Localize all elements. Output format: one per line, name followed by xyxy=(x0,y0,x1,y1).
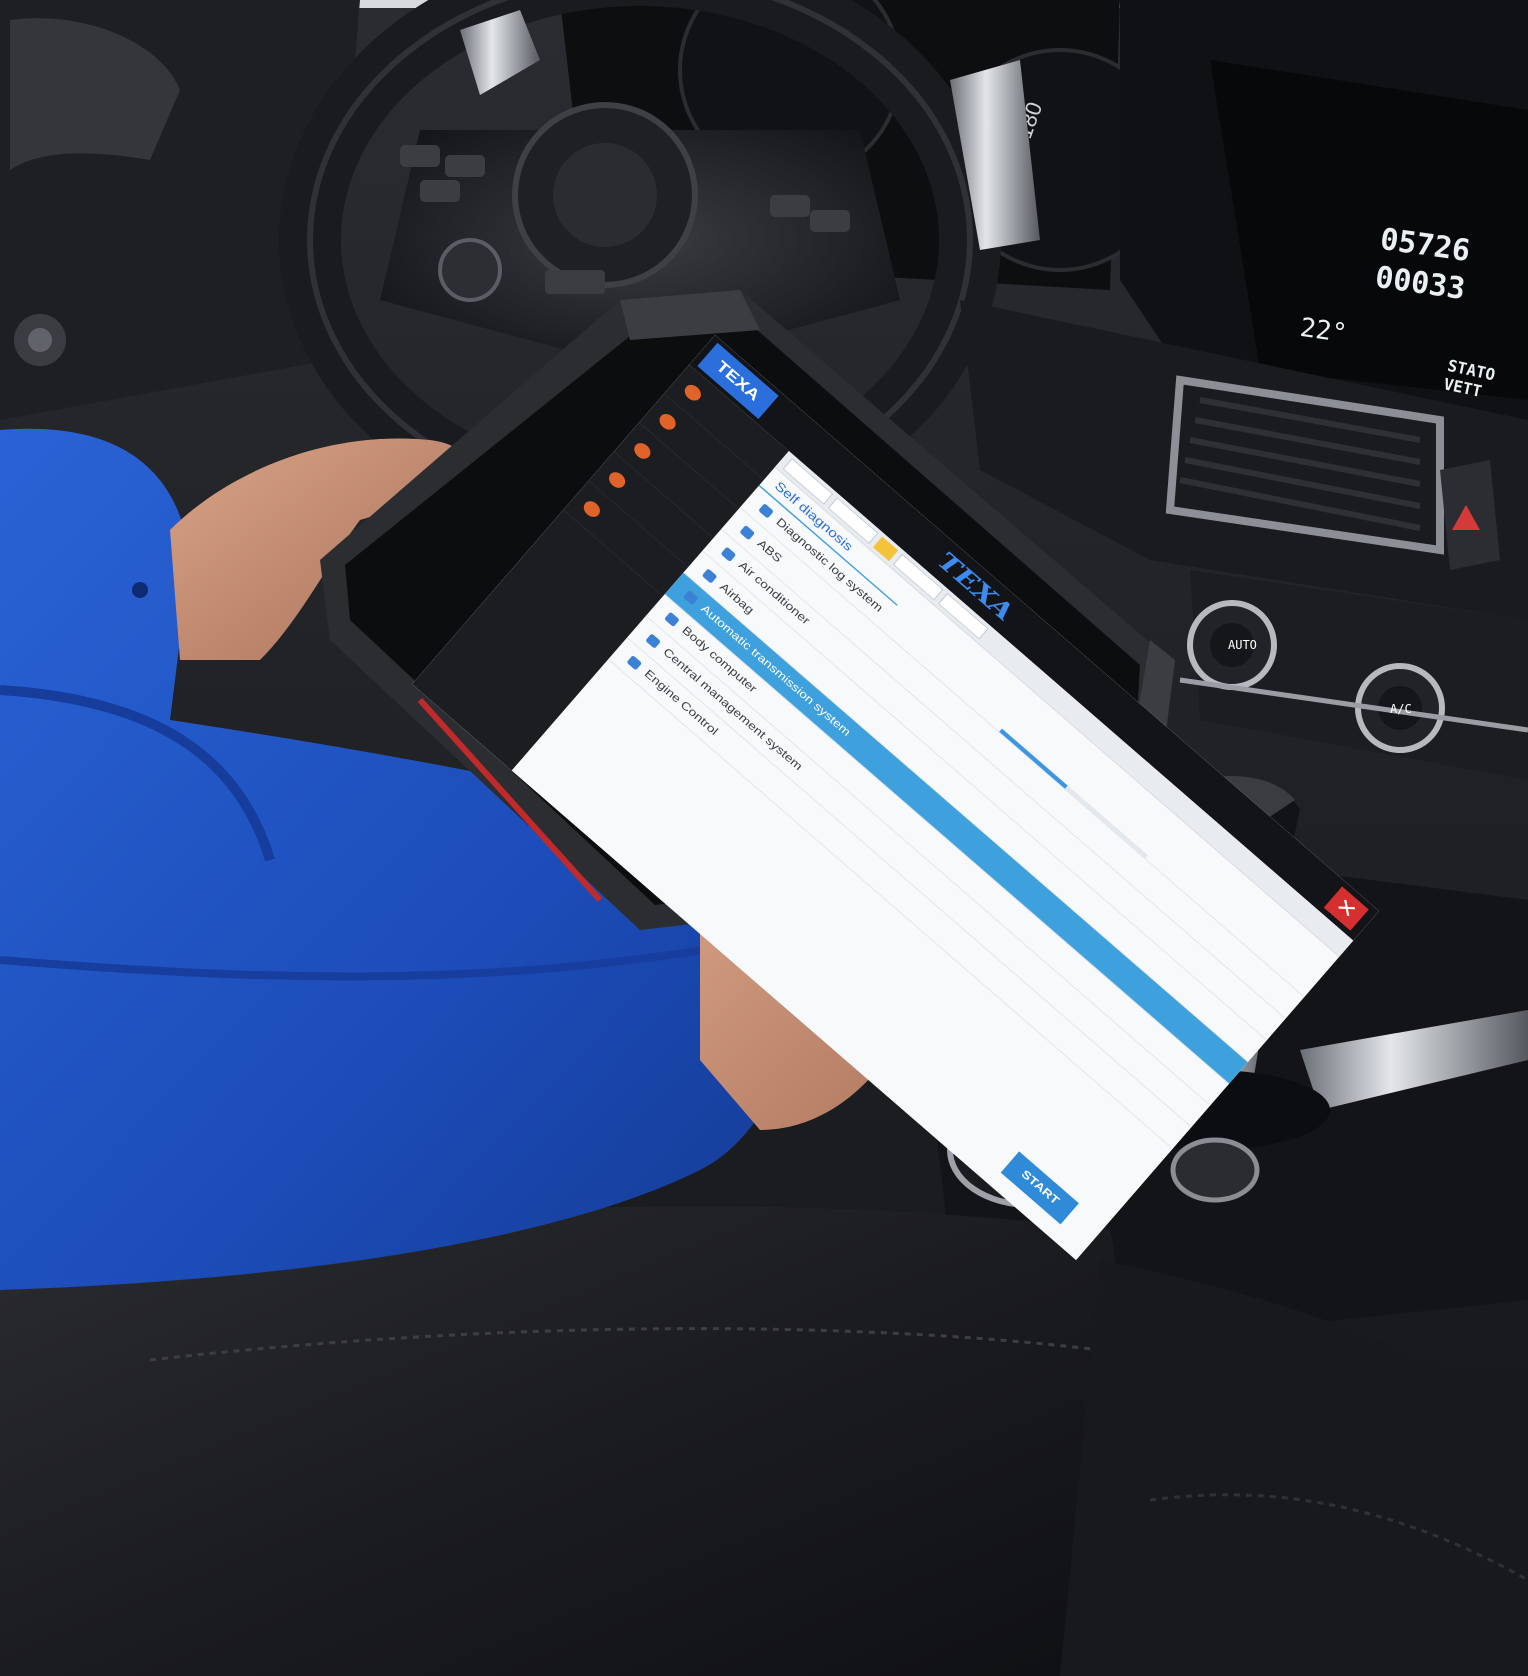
gear-icon xyxy=(631,439,654,462)
system-icon xyxy=(682,589,699,606)
wrench-icon xyxy=(656,410,679,433)
system-icon xyxy=(664,611,680,628)
car-icon xyxy=(681,381,705,404)
info-icon xyxy=(580,498,604,521)
system-icon xyxy=(739,524,756,541)
system-icon xyxy=(758,503,774,519)
climate-auto-label: AUTO xyxy=(1228,638,1257,652)
system-icon xyxy=(645,633,661,649)
system-icon xyxy=(626,655,643,671)
document-icon xyxy=(605,468,629,492)
temperature-readout: 22° xyxy=(1298,312,1349,350)
system-icon xyxy=(720,546,737,563)
car-interior-scene: 180 TEXA TEXA ✕ Self diagnosis Diagnosti… xyxy=(0,0,1528,1676)
system-icon xyxy=(701,568,718,584)
climate-ac-label: A/C xyxy=(1390,702,1412,716)
